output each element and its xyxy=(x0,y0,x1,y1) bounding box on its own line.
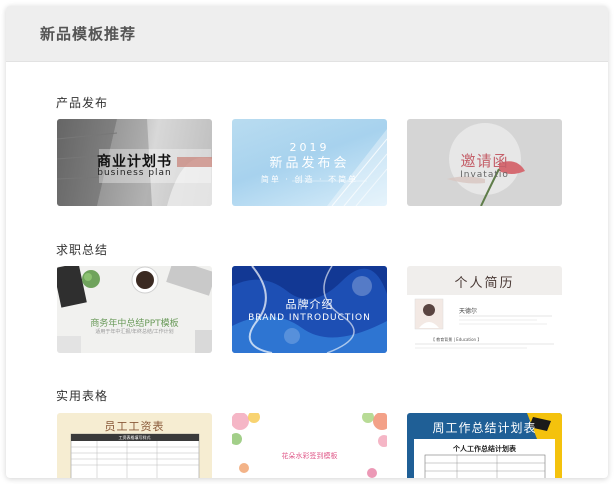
card-title: 新品发布会 xyxy=(269,156,350,171)
template-card-invitation[interactable]: 邀请函 Invatatio xyxy=(407,119,562,206)
template-card-salary-table[interactable]: 员工工资表 工资表格填写样式 xyxy=(57,413,212,478)
panel-header: 新品模板推荐 xyxy=(6,6,608,62)
template-panel: 新品模板推荐 产品发布 商业计划书 business plan 2019 新品发… xyxy=(6,6,608,478)
card-subtitle: 个人工作总结计划表 xyxy=(453,445,516,453)
card-subtitle: 工资表格填写样式 xyxy=(118,435,151,440)
template-card-product-launch[interactable]: 2019 新品发布会 简单 · 创造 · 不简单 xyxy=(232,119,387,206)
template-card-flower-signin[interactable]: 花朵水彩签到模板 xyxy=(232,413,387,478)
card-subtitle: 适用于年中汇报/年终总结/工作计划 xyxy=(95,329,174,335)
card-subtitle: 简单 · 创造 · 不简单 xyxy=(260,175,359,184)
card-title: 周工作总结计划表 xyxy=(432,421,537,435)
section-title-product-launch: 产品发布 xyxy=(56,96,109,110)
watercolor-flowers-image xyxy=(232,413,387,478)
section-title-practical-forms: 实用表格 xyxy=(56,389,109,403)
template-card-resume[interactable]: 个人简历 天德尔 【 教育背景 | Education 】 xyxy=(407,266,562,353)
panel-title: 新品模板推荐 xyxy=(40,25,137,43)
template-card-mid-year-summary[interactable]: 商务年中总结PPT模板 适用于年中汇报/年终总结/工作计划 xyxy=(57,266,212,353)
card-title: 品牌介绍 xyxy=(285,298,334,311)
card-title: 个人简历 xyxy=(454,276,515,291)
card-subtitle: Invatatio xyxy=(460,170,509,180)
section-title-job-summary: 求职总结 xyxy=(56,243,109,257)
resume-section-label: 【 教育背景 | Education 】 xyxy=(431,337,482,342)
template-card-weekly-plan[interactable]: 周工作总结计划表 个人工作总结计划表 xyxy=(407,413,562,478)
card-title: 花朵水彩签到模板 xyxy=(281,452,338,460)
template-card-brand-introduction[interactable]: 品牌介绍 BRAND INTRODUCTION xyxy=(232,266,387,353)
card-subtitle: business plan xyxy=(97,168,172,178)
card-title: 邀请函 xyxy=(460,152,509,170)
card-title: 员工工资表 xyxy=(104,420,165,433)
card-subtitle: BRAND INTRODUCTION xyxy=(248,313,371,323)
resume-name: 天德尔 xyxy=(459,308,478,315)
template-card-business-plan[interactable]: 商业计划书 business plan xyxy=(57,119,212,206)
desk-items-image xyxy=(57,266,212,353)
